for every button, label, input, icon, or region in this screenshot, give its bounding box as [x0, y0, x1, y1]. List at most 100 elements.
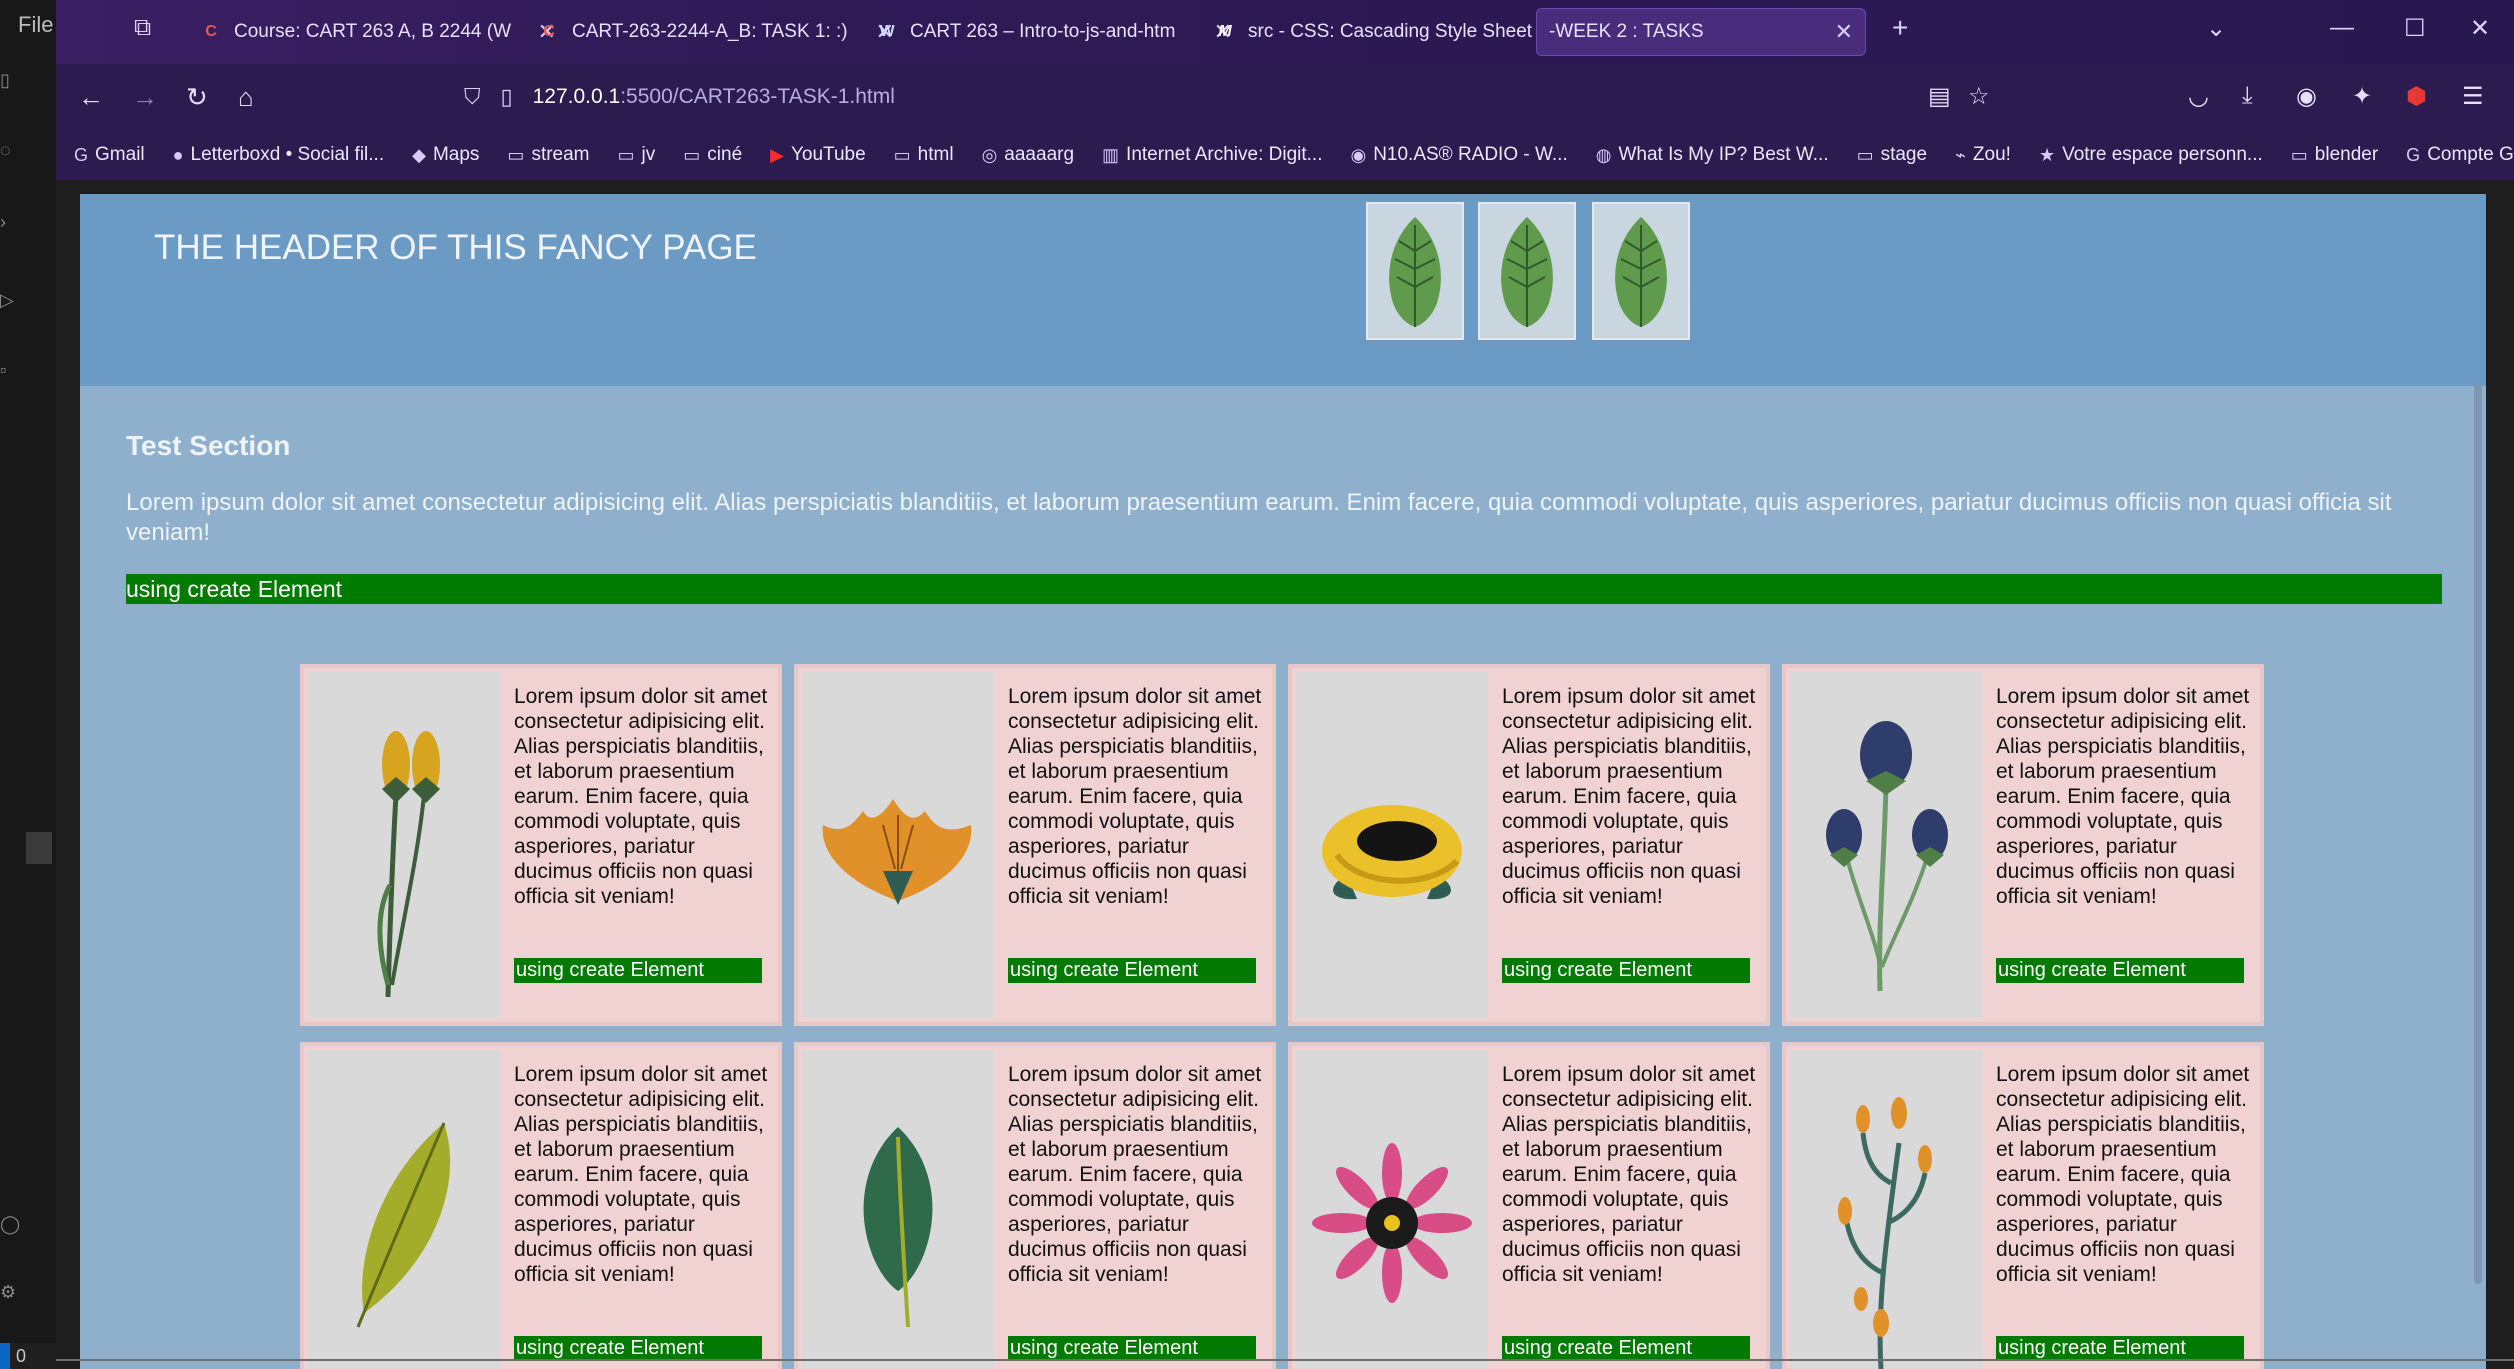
bookmark-icon: ▥ — [1102, 144, 1120, 165]
page-scrollbar[interactable] — [2474, 384, 2482, 1284]
problems-count[interactable]: 0 — [16, 1346, 26, 1366]
course-favicon-icon: C — [543, 23, 555, 40]
horizontal-scrollbar[interactable] — [56, 1359, 2514, 1361]
bookmark-item[interactable]: ▭ jv — [618, 144, 656, 166]
forward-arrow-icon[interactable]: → — [132, 82, 158, 113]
created-element-bar: using create Element — [1008, 958, 1256, 983]
bookmark-item[interactable]: ▭ stream — [507, 144, 589, 166]
flower-card: Lorem ipsum dolor sit amet consectetur a… — [1782, 664, 2264, 1026]
created-element-bar: using create Element — [1008, 1336, 1256, 1361]
window-close-icon[interactable]: ✕ — [2470, 14, 2490, 43]
bookmark-icon: ▭ — [1856, 144, 1874, 165]
tab-mdn-css[interactable]: M src - CSS: Cascading Style Sheet ✕ — [1202, 8, 1574, 56]
bookmark-label: Internet Archive: Digit... — [1126, 144, 1323, 165]
extensions-icon[interactable]: ✦ — [2352, 82, 2372, 111]
tab-overview-icon[interactable]: ⧉ — [134, 14, 151, 42]
bookmark-item[interactable]: ▭ ciné — [683, 144, 742, 166]
bookmark-item[interactable]: ▭ blender — [2291, 144, 2378, 166]
bookmark-icon: ⌁ — [1955, 144, 1966, 165]
bookmark-item[interactable]: ◎ aaaaarg — [982, 144, 1074, 166]
status-bar[interactable]: 0 — [0, 1343, 56, 1369]
bookmark-item[interactable]: G Compte Google — [2406, 144, 2514, 166]
bookmark-label: stage — [1880, 144, 1928, 165]
bookmark-icon: ▭ — [617, 144, 635, 165]
bookmark-item[interactable]: ▭ html — [894, 144, 954, 166]
created-element-bar: using create Element — [514, 1336, 762, 1361]
flower-card: Lorem ipsum dolor sit amet consectetur a… — [1288, 664, 1770, 1026]
extensions-icon[interactable]: ▫ — [0, 360, 12, 380]
bookmark-icon: ▭ — [2290, 144, 2308, 165]
bookmark-item[interactable]: ◉ N10.AS® RADIO - W... — [1350, 144, 1567, 166]
tab-task[interactable]: C CART-263-2244-A_B: TASK 1: :) ✕ — [526, 8, 906, 56]
maximize-icon[interactable]: ☐ — [2404, 14, 2426, 43]
card-text: Lorem ipsum dolor sit amet consectetur a… — [514, 1063, 768, 1286]
pink-daisy-image — [1296, 1050, 1488, 1369]
web-page: THE HEADER OF THIS FANCY PAGE Test Secti… — [80, 194, 2486, 1369]
scroll-indicator — [26, 832, 52, 864]
card-text: Lorem ipsum dolor sit amet consectetur a… — [1502, 685, 1756, 908]
tab-label: Course: CART 263 A, B 2244 (W — [234, 21, 512, 42]
pocket-icon[interactable]: ◡ — [2188, 82, 2209, 111]
file-menu[interactable]: File — [18, 12, 53, 38]
bookmark-star-icon[interactable]: ☆ — [1968, 82, 1990, 111]
bookmark-item[interactable]: ⌁ Zou! — [1955, 144, 2011, 166]
settings-icon[interactable]: ⚙ — [0, 1282, 16, 1302]
ublock-icon[interactable]: ⬢ — [2406, 82, 2427, 111]
bookmark-item[interactable]: ● Letterboxd • Social fil... — [173, 144, 384, 166]
bookmark-icon: ★ — [2038, 144, 2056, 165]
section-paragraph: Lorem ipsum dolor sit amet consectetur a… — [126, 489, 2392, 546]
bookmark-label: html — [917, 144, 954, 165]
bookmark-label: stream — [531, 144, 590, 165]
tab-week2-tasks[interactable]: -WEEK 2 : TASKS ✕ — [1536, 8, 1866, 56]
tab-label: CART-263-2244-A_B: TASK 1: :) — [572, 21, 848, 42]
bookmark-label: Zou! — [1972, 144, 2011, 165]
downloads-icon[interactable]: ⤓ — [2242, 82, 2253, 110]
bookmark-item[interactable]: ★ Votre espace personn... — [2039, 144, 2263, 166]
bookmark-icon: G — [74, 144, 89, 165]
bookmark-item[interactable]: G Gmail — [74, 144, 145, 166]
explorer-icon[interactable]: ▯ — [0, 70, 12, 90]
created-element-bar: using create Element — [126, 574, 2442, 604]
bookmark-icon: ◆ — [412, 144, 426, 165]
bookmark-item[interactable]: ▶ YouTube — [770, 144, 866, 166]
bookmark-label: ciné — [707, 144, 743, 165]
bookmark-icon: ▶ — [770, 144, 784, 165]
bookmark-label: Letterboxd • Social fil... — [190, 144, 385, 165]
flower-card: Lorem ipsum dolor sit amet consectetur a… — [794, 664, 1276, 1026]
leaf-image — [1478, 202, 1576, 340]
navigation-bar: ← → ↻ ⌂ ⛉ ▯ 127.0.0.1 :5500/CART263-TASK… — [56, 64, 2514, 130]
close-icon[interactable]: ✕ — [1835, 19, 1853, 45]
flower-card: Lorem ipsum dolor sit amet consectetur a… — [300, 664, 782, 1026]
account-icon[interactable]: ◉ — [2296, 82, 2317, 111]
url-bar[interactable]: ⛉ ▯ 127.0.0.1 :5500/CART263-TASK-1.html — [464, 74, 2004, 120]
created-element-bar: using create Element — [1996, 1336, 2244, 1361]
tab-intro-js[interactable]: W CART 263 – Intro-to-js-and-htm ✕ — [864, 8, 1244, 56]
account-icon[interactable]: ◯ — [0, 1214, 20, 1234]
url-path: :5500/CART263-TASK-1.html — [620, 85, 895, 108]
home-icon[interactable]: ⌂ — [238, 82, 254, 113]
reload-icon[interactable]: ↻ — [186, 82, 208, 113]
bookmark-item[interactable]: ▥ Internet Archive: Digit... — [1102, 144, 1322, 166]
new-tab-button[interactable]: + — [1892, 12, 1908, 44]
bookmark-item[interactable]: ◍ What Is My IP? Best W... — [1596, 144, 1829, 166]
tab-course[interactable]: C Course: CART 263 A, B 2244 (W ✕ — [188, 8, 568, 56]
code-editor-sidebar: File ▯ ◌ › ▷ ▫ ◯ ⚙ 0 — [0, 0, 56, 1369]
back-arrow-icon[interactable]: ← — [78, 82, 104, 113]
flower-card: Lorem ipsum dolor sit amet consectetur a… — [300, 1042, 782, 1369]
source-control-icon[interactable]: › — [0, 212, 12, 232]
bookmark-item[interactable]: ▭ stage — [1857, 144, 1928, 166]
bookmarks-toolbar: G Gmail ● Letterboxd • Social fil... ◆ Maps ▭ s… — [56, 130, 2514, 180]
search-icon[interactable]: ◌ — [0, 140, 12, 160]
flower-card: Lorem ipsum dolor sit amet consectetur a… — [1782, 1042, 2264, 1369]
shield-icon[interactable]: ⛉ — [464, 84, 481, 110]
minimize-icon[interactable]: — — [2330, 14, 2354, 42]
bookmark-icon: ● — [172, 144, 184, 165]
menu-icon[interactable]: ☰ — [2462, 82, 2484, 111]
reader-view-icon[interactable]: ▤ — [1928, 82, 1951, 111]
card-text: Lorem ipsum dolor sit amet consectetur a… — [1502, 1063, 1756, 1286]
bookmark-item[interactable]: ◆ Maps — [412, 144, 479, 166]
tab-list-chevron-icon[interactable]: ⌄ — [2206, 14, 2226, 43]
run-icon[interactable]: ▷ — [0, 290, 14, 310]
remote-indicator[interactable] — [0, 1343, 10, 1369]
wordpress-icon: W — [879, 23, 895, 40]
